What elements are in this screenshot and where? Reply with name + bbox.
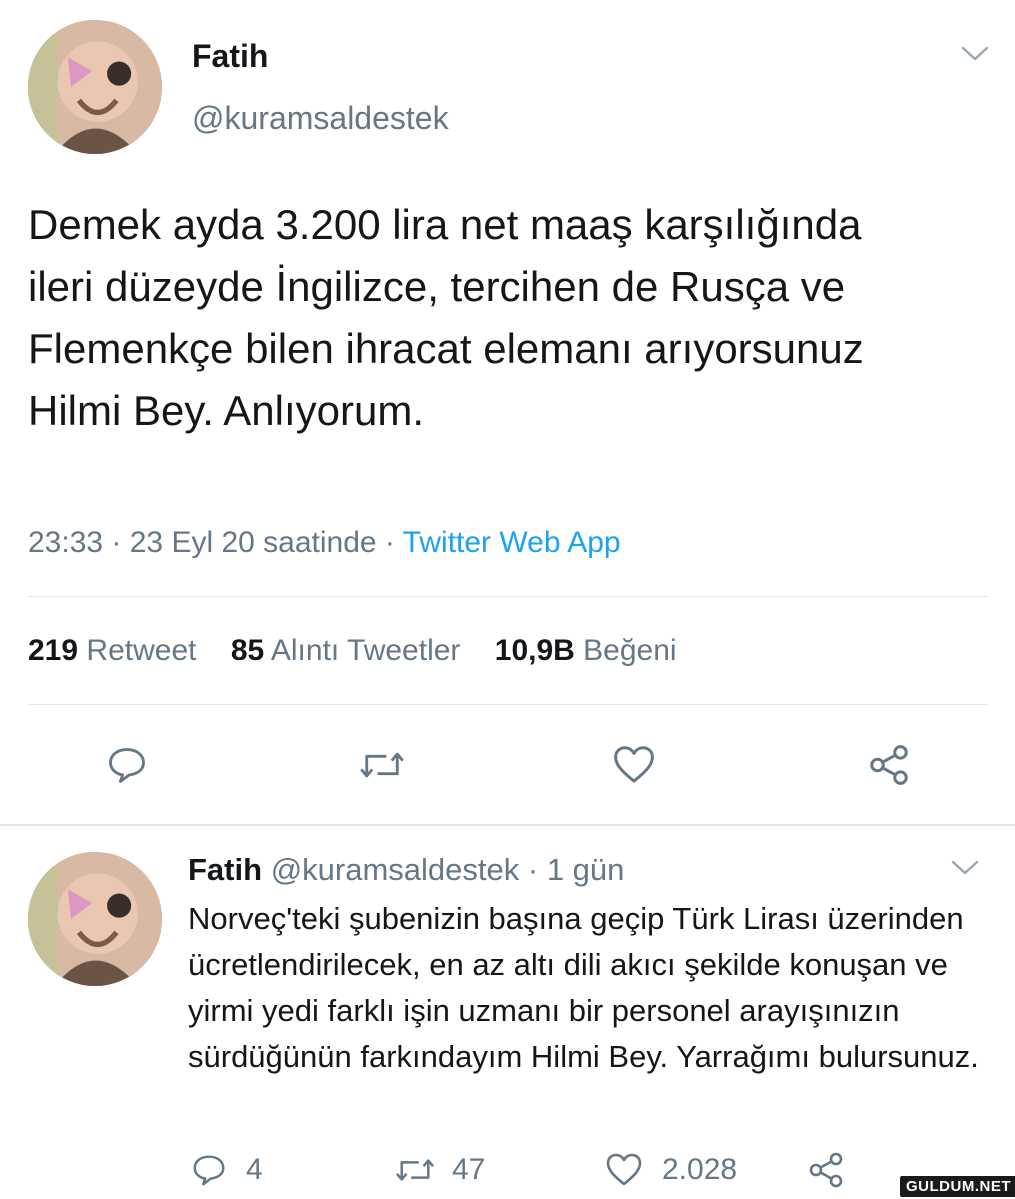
like-button[interactable] (604, 740, 664, 790)
share-button[interactable] (860, 740, 918, 790)
quote-label: Alıntı Tweetler (270, 634, 461, 667)
reply-header: Fatih @kuramsaldestek · 1 gün (188, 852, 624, 888)
like-stat[interactable]: 10,9B Beğeni (495, 634, 677, 667)
heart-icon (614, 746, 654, 783)
reply-author-handle[interactable]: @kuramsaldestek (271, 852, 520, 887)
reply-reply-button[interactable]: 4 (190, 1148, 263, 1192)
reply-author-avatar[interactable] (28, 852, 162, 986)
reply-icon (193, 1155, 225, 1186)
heart-icon (606, 1153, 642, 1186)
author-avatar[interactable] (28, 20, 162, 154)
reply-text: Norveç'teki şubenizin başına geçip Türk … (188, 901, 979, 1074)
retweet-count: 47 (452, 1153, 486, 1186)
chevron-down-icon[interactable] (960, 44, 990, 68)
retweet-icon (360, 752, 404, 778)
tweet-meta: 23:33 · 23 Eyl 20 saatinde · Twitter Web… (28, 526, 621, 560)
retweet-icon (396, 1159, 434, 1181)
divider (0, 824, 1015, 826)
tweet-timestamp[interactable]: 23:33 · 23 Eyl 20 saatinde · (28, 526, 395, 559)
chevron-down-icon[interactable] (950, 858, 980, 882)
retweet-label: Retweet (86, 634, 197, 667)
quote-stat[interactable]: 85 Alıntı Tweetler (231, 634, 469, 667)
avatar-image (28, 852, 162, 986)
tweet-source-link[interactable]: Twitter Web App (403, 526, 621, 559)
reply-timestamp[interactable]: 1 gün (547, 852, 625, 887)
like-label: Beğeni (583, 634, 677, 667)
tweet-text: Demek ayda 3.200 lira net maaş karşılığı… (28, 201, 864, 434)
reply-retweet-button[interactable]: 47 (394, 1148, 485, 1192)
retweet-count: 219 (28, 634, 79, 667)
share-icon (809, 1152, 843, 1188)
retweet-button[interactable] (352, 740, 412, 790)
divider (28, 704, 988, 705)
share-icon (870, 745, 908, 785)
like-count: 10,9B (494, 634, 575, 667)
like-count: 2.028 (662, 1153, 738, 1186)
quote-count: 85 (230, 634, 265, 667)
tweet-stats: 219 Retweet 85 Alıntı Tweetler 10,9B Beğ… (28, 634, 677, 668)
reply-time-separator: · (527, 852, 539, 887)
divider (28, 596, 988, 597)
avatar-image (28, 20, 162, 154)
author-handle[interactable]: @kuramsaldestek (192, 100, 449, 137)
reply-like-button[interactable]: 2.028 (604, 1148, 737, 1192)
reply-share-button[interactable] (806, 1148, 846, 1192)
retweet-stat[interactable]: 219 Retweet (28, 634, 205, 667)
reply-button[interactable] (100, 740, 154, 790)
watermark: GULDUM.NET (900, 1176, 1015, 1197)
author-name[interactable]: Fatih (192, 38, 268, 75)
reply-icon (109, 748, 145, 783)
reply-author-name[interactable]: Fatih (188, 852, 262, 887)
reply-count: 4 (246, 1153, 263, 1186)
